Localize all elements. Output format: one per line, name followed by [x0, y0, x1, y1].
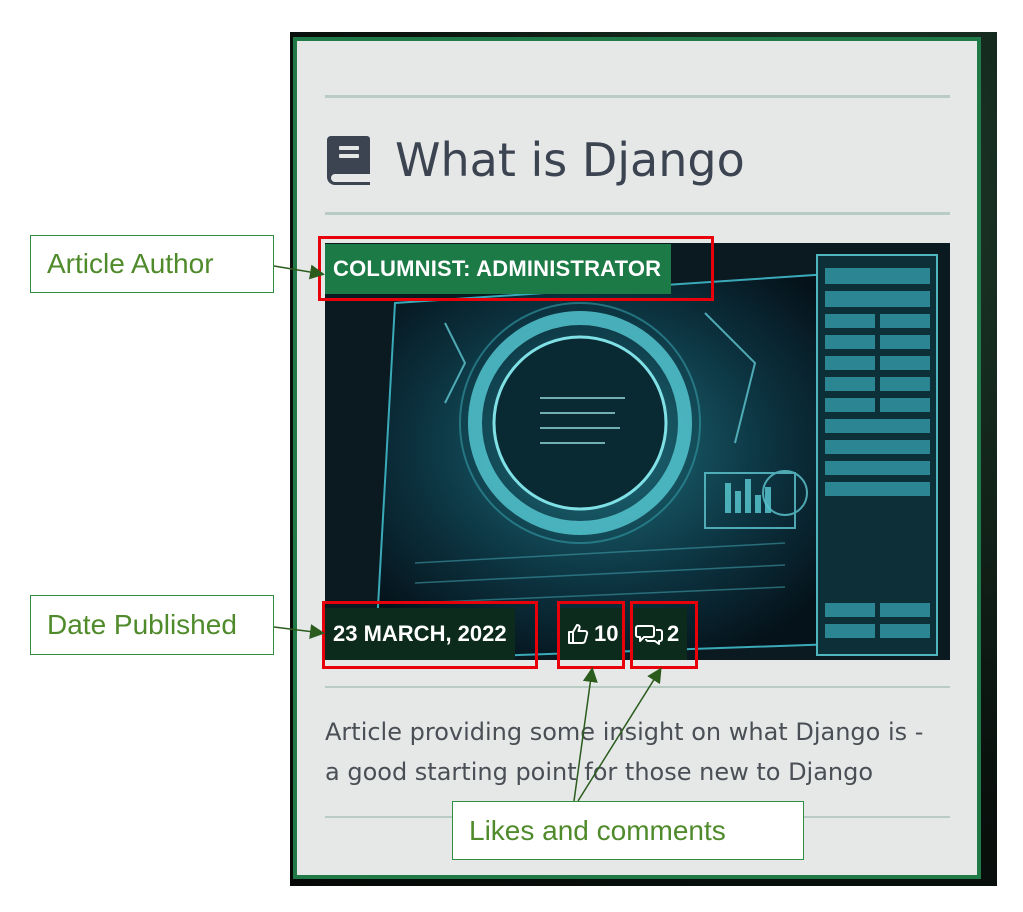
callout-arrows	[273, 264, 662, 802]
